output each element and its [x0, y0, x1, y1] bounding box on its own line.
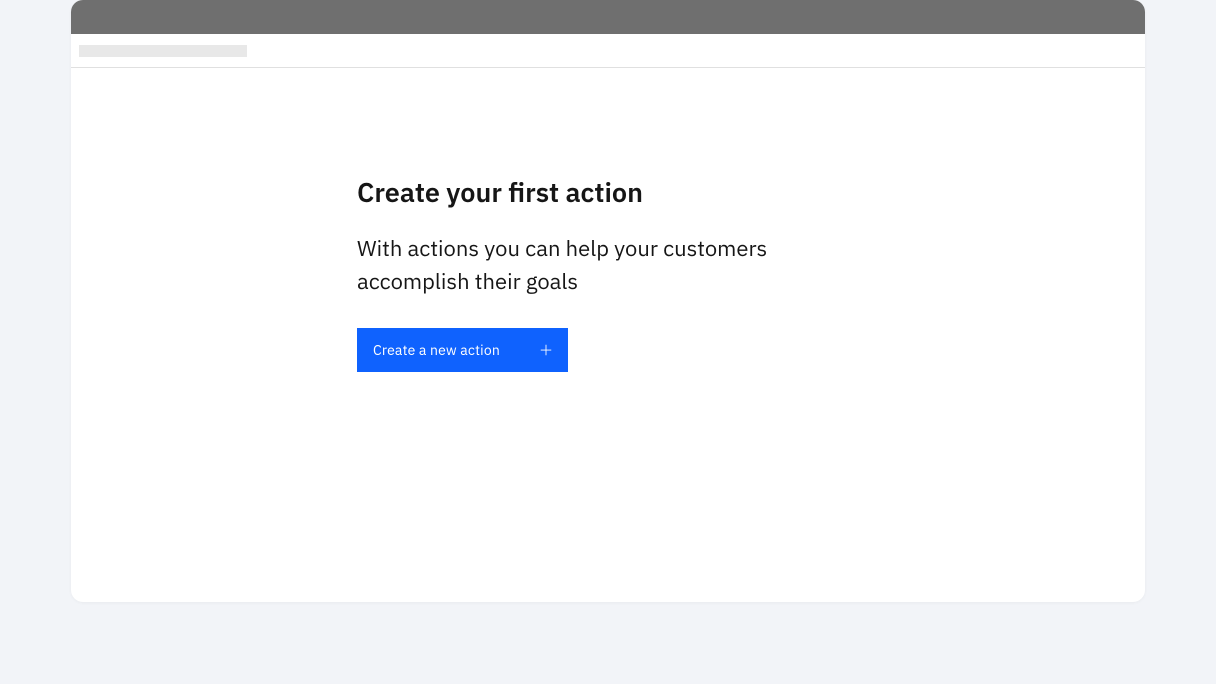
page-heading: Create your first action	[357, 176, 1105, 210]
page-description: With actions you can help your customers…	[357, 232, 817, 298]
window-titlebar	[71, 0, 1145, 34]
app-window: Create your first action With actions yo…	[71, 0, 1145, 602]
plus-icon	[538, 342, 554, 358]
toolbar-placeholder	[79, 45, 247, 57]
main-content: Create your first action With actions yo…	[71, 68, 1145, 602]
toolbar	[71, 34, 1145, 68]
create-action-button[interactable]: Create a new action	[357, 328, 568, 372]
create-action-button-label: Create a new action	[373, 341, 500, 359]
